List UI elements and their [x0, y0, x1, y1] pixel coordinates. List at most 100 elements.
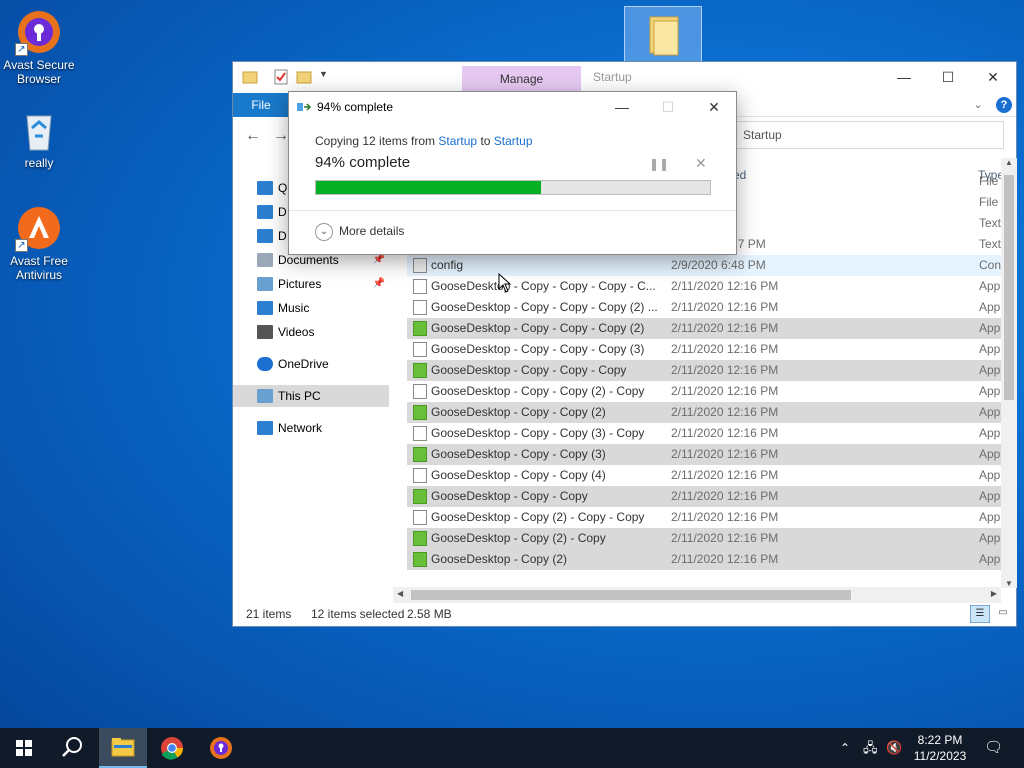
folder-icon	[649, 16, 679, 56]
notifications-icon[interactable]: 🗨	[984, 728, 1003, 768]
sidebar-item-pictures[interactable]: Pictures 📌	[233, 273, 389, 295]
file-name: GooseDesktop - Copy (2) - Copy	[431, 531, 606, 545]
file-row[interactable]: GooseDesktop - Copy (2) 2/11/2020 12:16 P…	[407, 549, 1007, 570]
taskbar-chrome[interactable]	[148, 728, 196, 768]
file-name: GooseDesktop - Copy - Copy (2)	[431, 405, 606, 419]
large-icons-view-icon[interactable]: ▭	[994, 605, 1012, 623]
window-title: Startup	[593, 70, 632, 84]
file-type: App	[979, 300, 1001, 314]
ribbon-expand-icon[interactable]: ⌄	[973, 99, 982, 111]
manage-tab[interactable]: Manage	[462, 66, 581, 93]
file-row[interactable]: GooseDesktop - Copy - Copy - Copy (3) 2/1…	[407, 339, 1007, 360]
scroll-right-icon[interactable]: ▶	[991, 589, 997, 598]
file-date: 2/9/2020 6:48 PM	[671, 258, 766, 272]
file-row[interactable]: GooseDesktop - Copy - Copy (3) - Copy 2/1…	[407, 423, 1007, 444]
file-type: App	[979, 363, 1001, 377]
destination-link[interactable]: Startup	[494, 134, 533, 148]
horizontal-scrollbar[interactable]: ◀ ▶	[393, 587, 1001, 603]
source-link[interactable]: Startup	[438, 134, 477, 148]
file-name: GooseDesktop - Copy - Copy (2) - Copy	[431, 384, 645, 398]
more-details-button[interactable]: ⌄ More details	[315, 223, 404, 241]
file-row[interactable]: GooseDesktop - Copy - Copy (2) 2/11/2020 …	[407, 402, 1007, 423]
file-row[interactable]: GooseDesktop - Copy - Copy - Copy (2) ..…	[407, 297, 1007, 318]
back-arrow-icon[interactable]: ←	[245, 127, 261, 145]
desktop-icon-avast-antivirus[interactable]: ↗ Avast Free Antivirus	[1, 204, 77, 282]
file-name: GooseDesktop - Copy - Copy (3) - Copy	[431, 426, 645, 440]
file-date: 2/11/2020 12:16 PM	[671, 342, 779, 356]
documents-icon	[257, 253, 273, 267]
quick-access-icon	[257, 181, 273, 195]
desktop-icon-label: Avast Free Antivirus	[10, 254, 68, 282]
sidebar-item-label: This PC	[278, 389, 321, 403]
forward-arrow-icon[interactable]: →	[273, 127, 289, 145]
minimize-button[interactable]: —	[881, 62, 927, 93]
desktop-icon-recycle-bin[interactable]: really	[1, 106, 77, 170]
scroll-left-icon[interactable]: ◀	[397, 589, 403, 598]
details-view-icon[interactable]: ☰	[970, 605, 990, 623]
document-icon	[413, 426, 427, 441]
file-row[interactable]: GooseDesktop - Copy - Copy - Copy - C...…	[407, 276, 1007, 297]
taskbar-avast-browser[interactable]	[197, 728, 245, 768]
file-type: App	[979, 489, 1001, 503]
scroll-up-icon[interactable]: ▲	[1005, 158, 1013, 167]
file-row[interactable]: config 2/9/2020 6:48 PM Con	[407, 255, 1007, 276]
document-icon	[413, 384, 427, 399]
stop-icon[interactable]: ✕	[695, 155, 707, 172]
sidebar-item-this-pc[interactable]: This PC	[233, 385, 389, 407]
file-row[interactable]: GooseDesktop - Copy (2) - Copy 2/11/2020 …	[407, 528, 1007, 549]
music-icon	[257, 301, 273, 315]
vertical-scrollbar[interactable]: ▲ ▼	[1001, 158, 1017, 588]
file-tab[interactable]: File	[233, 93, 289, 117]
sidebar-item-network[interactable]: Network	[233, 417, 389, 439]
file-row[interactable]: GooseDesktop - Copy - Copy (3) 2/11/2020 …	[407, 444, 1007, 465]
more-details-label: More details	[339, 224, 405, 239]
file-type: App	[979, 468, 1001, 482]
quick-access-dropdown-icon[interactable]: ▼	[319, 69, 328, 85]
vertical-scroll-thumb[interactable]	[1004, 175, 1014, 400]
file-row[interactable]: GooseDesktop - Copy (2) - Copy - Copy 2/1…	[407, 507, 1007, 528]
taskbar-file-explorer[interactable]	[99, 728, 147, 768]
search-button[interactable]	[48, 728, 96, 768]
application-icon	[413, 321, 427, 336]
file-type: App	[979, 321, 1001, 335]
start-button[interactable]	[0, 728, 48, 768]
help-icon[interactable]: ?	[996, 97, 1012, 113]
file-row[interactable]: GooseDesktop - Copy - Copy (2) - Copy 2/1…	[407, 381, 1007, 402]
volume-muted-icon[interactable]: 🔇	[886, 728, 902, 768]
file-row[interactable]: GooseDesktop - Copy - Copy (4) 2/11/2020 …	[407, 465, 1007, 486]
network-status-icon[interactable]: 🖧	[863, 728, 878, 768]
copy-progress-dialog: 94% complete — ☐ ✕ Copying 12 items from…	[288, 91, 737, 255]
properties-icon[interactable]	[274, 69, 288, 85]
dialog-minimize-button[interactable]: —	[599, 92, 645, 122]
maximize-button[interactable]: ☐	[925, 62, 971, 93]
sidebar-item-music[interactable]: Music	[233, 297, 389, 319]
search-placeholder: Startup	[743, 128, 782, 142]
desktop-selected-folder[interactable]	[624, 6, 702, 64]
to-word: to	[480, 134, 491, 148]
file-row[interactable]: GooseDesktop - Copy - Copy 2/11/2020 12:1…	[407, 486, 1007, 507]
chrome-icon	[161, 737, 183, 760]
sidebar-item-label: Videos	[278, 325, 315, 339]
file-type: App	[979, 552, 1001, 566]
dialog-close-button[interactable]: ✕	[691, 92, 737, 122]
system-clock[interactable]: 8:22 PM 11/2/2023	[905, 732, 975, 764]
desktop-icon-label: Avast Secure Browser	[3, 58, 75, 86]
show-hidden-icons[interactable]: ⌃	[840, 728, 850, 768]
file-row[interactable]: GooseDesktop - Copy - Copy - Copy 2/11/20…	[407, 360, 1007, 381]
file-name: GooseDesktop - Copy - Copy - Copy (2) ..…	[431, 300, 658, 314]
pin-icon: 📌	[372, 278, 385, 289]
file-type: App	[979, 531, 1001, 545]
application-icon	[413, 531, 427, 546]
file-type: Text	[979, 237, 1002, 251]
file-row[interactable]: GooseDesktop - Copy - Copy - Copy (2) 2/1…	[407, 318, 1007, 339]
close-button[interactable]: ✕	[970, 62, 1016, 93]
file-type: File	[979, 174, 999, 188]
scroll-down-icon[interactable]: ▼	[1005, 579, 1013, 588]
sidebar-item-onedrive[interactable]: OneDrive	[233, 353, 389, 375]
desktop-icon-avast-browser[interactable]: ↗ Avast Secure Browser	[1, 8, 77, 86]
pause-icon[interactable]: ❚❚	[649, 157, 669, 171]
new-folder-icon[interactable]	[296, 69, 312, 85]
horizontal-scroll-thumb[interactable]	[411, 590, 851, 600]
search-input[interactable]: Startup	[734, 121, 1004, 149]
sidebar-item-videos[interactable]: Videos	[233, 321, 389, 343]
